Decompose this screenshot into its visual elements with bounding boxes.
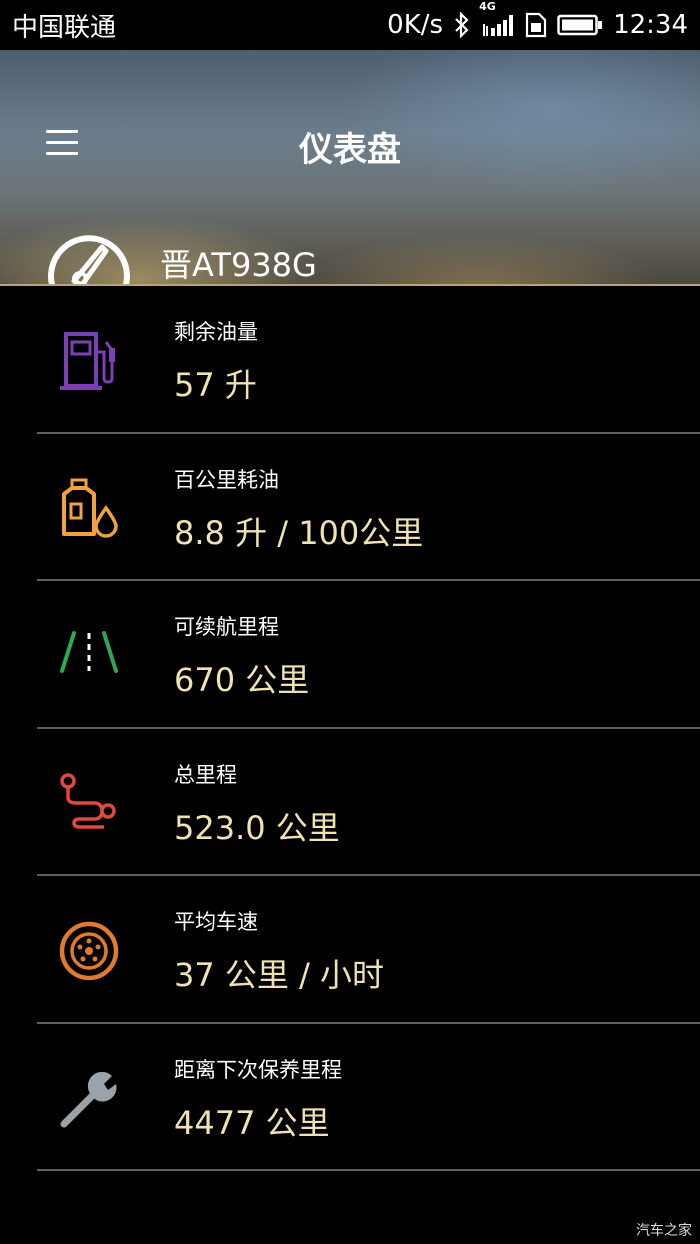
- metric-value: 57 升: [174, 366, 257, 404]
- header-banner: 仪表盘 晋AT938G: [0, 50, 700, 286]
- bluetooth-icon: [453, 12, 471, 38]
- metric-row-range[interactable]: 可续航里程 670 公里: [0, 581, 700, 729]
- wheel-icon: [54, 916, 124, 986]
- metric-row-total-mileage[interactable]: 总里程 523.0 公里: [0, 729, 700, 876]
- metric-value: 4477 公里: [174, 1103, 330, 1142]
- net-speed: 0K/s: [387, 10, 444, 40]
- carrier-name: 中国联通: [12, 12, 117, 43]
- metric-label: 剩余油量: [174, 320, 258, 344]
- metric-value: 670 公里: [174, 661, 310, 699]
- network-type: 4G: [479, 0, 496, 13]
- metric-label: 可续航里程: [174, 615, 279, 639]
- route-icon: [54, 769, 124, 839]
- clock: 12:34: [613, 10, 688, 40]
- status-bar: 中国联通 0K/s 4G 12:34: [0, 0, 700, 50]
- wrench-icon: [54, 1064, 124, 1134]
- row-divider: [37, 1169, 700, 1171]
- metric-row-fuel-remaining[interactable]: 剩余油量 57 升: [0, 286, 700, 434]
- page-title: 仪表盘: [299, 130, 401, 170]
- metric-list: 剩余油量 57 升 百公里耗油 8.8 升 / 100公里 可续航里程 670 …: [0, 286, 700, 1171]
- metric-label: 百公里耗油: [174, 467, 279, 492]
- metric-row-fuel-consumption[interactable]: 百公里耗油 8.8 升 / 100公里: [0, 434, 700, 581]
- watermark: 汽车之家: [636, 1223, 692, 1239]
- metric-value: 8.8 升 / 100公里: [174, 513, 424, 552]
- oil-can-icon: [54, 474, 124, 544]
- sim-icon: [525, 12, 547, 38]
- signal-icon: 4G: [479, 0, 515, 38]
- road-icon: [54, 621, 124, 691]
- speedometer-icon: [44, 225, 134, 286]
- metric-value: 523.0 公里: [174, 808, 340, 847]
- metric-label: 距离下次保养里程: [174, 1057, 342, 1082]
- metric-row-average-speed[interactable]: 平均车速 37 公里 / 小时: [0, 876, 700, 1024]
- metric-row-next-service[interactable]: 距离下次保养里程 4477 公里: [0, 1024, 700, 1171]
- battery-icon: [557, 13, 603, 37]
- status-icons: 0K/s 4G 12:34: [387, 0, 688, 40]
- metric-label: 总里程: [174, 762, 237, 787]
- fuel-pump-icon: [54, 326, 124, 396]
- license-plate: 晋AT938G: [160, 246, 317, 284]
- metric-value: 37 公里 / 小时: [174, 956, 385, 994]
- metric-label: 平均车速: [174, 910, 258, 934]
